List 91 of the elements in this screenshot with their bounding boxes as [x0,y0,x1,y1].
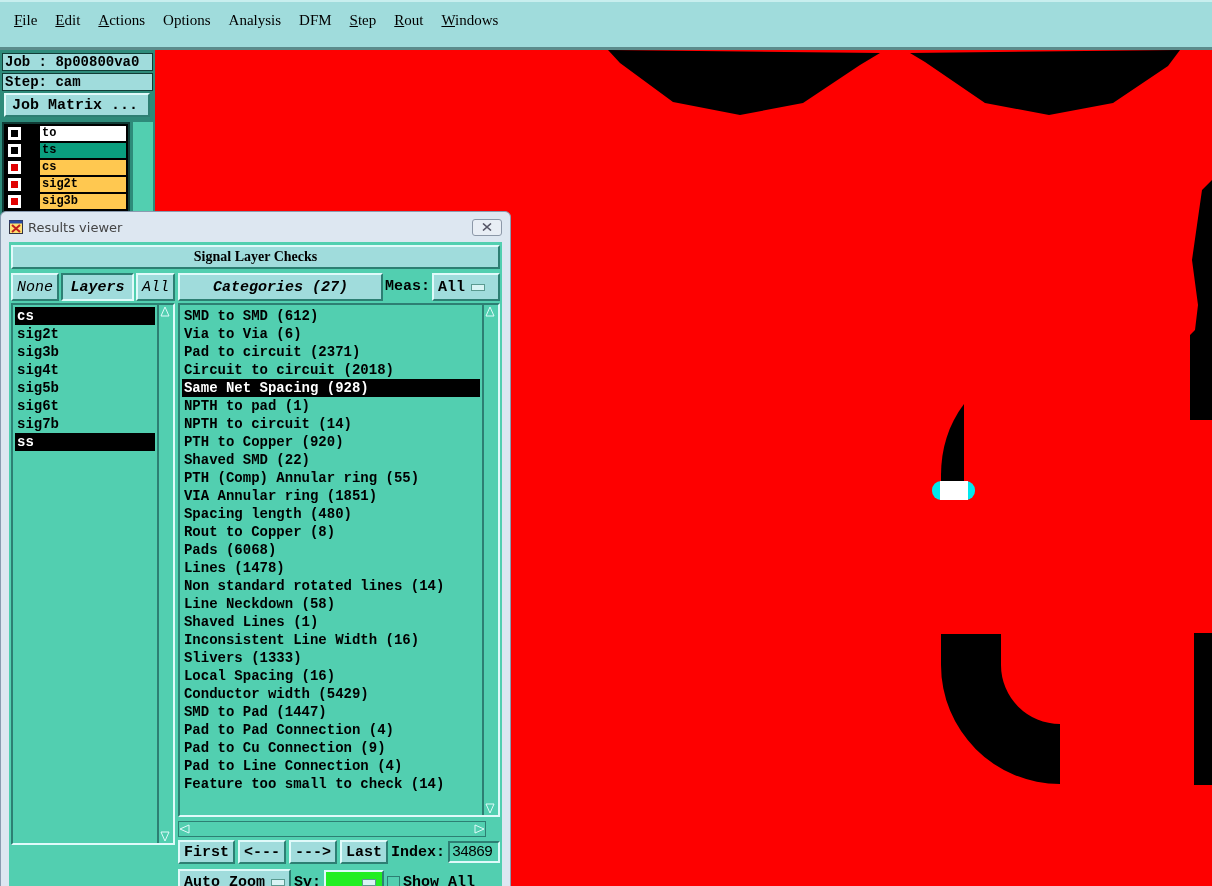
down-arrow-icon[interactable] [159,830,170,842]
show-all-label: Show All [402,873,475,886]
window-title: Results viewer [28,219,124,235]
category-item[interactable]: SMD to SMD (612) [181,307,480,325]
job-matrix-button[interactable]: Job Matrix ... [4,93,150,117]
layer-checkbox[interactable] [8,127,21,140]
meas-label: Meas: [384,277,430,297]
categories-button[interactable]: Categories (27) [177,273,383,301]
app-icon [9,220,23,234]
layer-item[interactable]: sig3b [15,343,155,361]
down-arrow-icon[interactable] [485,802,495,814]
nav-button[interactable]: First [177,840,235,864]
menu-item[interactable]: Step [349,12,377,29]
category-item[interactable]: Pads (6068) [181,541,480,559]
layer-item[interactable]: sig2t [15,325,155,343]
up-arrow-icon[interactable] [159,306,170,318]
layer-checkbox[interactable] [8,161,21,174]
layers-label: Layers [61,273,134,301]
menu-item[interactable]: Edit [55,12,81,29]
category-item[interactable]: Conductor width (5429) [181,685,480,703]
result-marker [932,481,975,500]
category-item[interactable]: Non standard rotated lines (14) [181,577,480,595]
layer-item[interactable]: sig4t [15,361,155,379]
category-item[interactable]: Local Spacing (16) [181,667,480,685]
nav-button[interactable]: ---> [288,840,337,864]
menu-item[interactable]: Actions [98,12,146,29]
meas-dropdown[interactable]: All [431,273,500,301]
category-item[interactable]: Pad to circuit (2371) [181,343,480,361]
zoom-mode-dropdown[interactable]: Auto Zoom [177,869,291,886]
close-icon [482,223,492,231]
layer-name[interactable]: to [40,126,126,141]
layer-item[interactable]: sig5b [15,379,155,397]
dropdown-icon [470,283,485,291]
category-item[interactable]: Slivers (1333) [181,649,480,667]
layer-item[interactable]: sig6t [15,397,155,415]
index-field[interactable]: 34869 [448,841,500,863]
category-item[interactable]: Circuit to circuit (2018) [181,361,480,379]
category-item[interactable]: Pad to Cu Connection (9) [181,739,480,757]
all-button[interactable]: All [135,273,175,301]
nav-button[interactable]: Last [339,840,388,864]
category-item[interactable]: Same Net Spacing (928) [181,379,480,397]
category-item[interactable]: PTH to Copper (920) [181,433,480,451]
section-header: Signal Layer Checks [11,245,500,269]
category-item[interactable]: Via to Via (6) [181,325,480,343]
category-item[interactable]: Inconsistent Line Width (16) [181,631,480,649]
category-item[interactable]: NPTH to circuit (14) [181,415,480,433]
category-item[interactable]: Shaved SMD (22) [181,451,480,469]
layer-checkbox[interactable] [8,144,21,157]
category-item[interactable]: Line Neckdown (58) [181,595,480,613]
menu-item[interactable]: Options [163,12,211,29]
layer-item[interactable]: ss [15,433,155,451]
none-button[interactable]: None [11,273,59,301]
menu-item[interactable]: File [14,12,38,29]
menu-item[interactable]: Rout [394,12,424,29]
layer-name[interactable]: sig2t [40,177,126,192]
step-label: Step: cam [2,73,153,91]
category-item[interactable]: Pad to Line Connection (4) [181,757,480,775]
job-label: Job : 8p00800va0 [2,53,153,71]
right-arrow-icon[interactable] [473,824,485,834]
scrollbar[interactable] [482,305,498,815]
category-item[interactable]: SMD to Pad (1447) [181,703,480,721]
category-item[interactable]: Shaved Lines (1) [181,613,480,631]
show-all-checkbox[interactable] [386,875,400,886]
category-item[interactable]: Lines (1478) [181,559,480,577]
up-arrow-icon[interactable] [485,306,495,318]
category-item[interactable]: Feature too small to check (14) [181,775,480,793]
category-item[interactable]: Rout to Copper (8) [181,523,480,541]
menu-item[interactable]: DFM [299,12,332,29]
layer-item[interactable]: sig7b [15,415,155,433]
close-button[interactable] [472,218,502,236]
sv-label: Sv: [293,873,321,886]
layer-item[interactable]: cs [15,307,155,325]
dropdown-icon [361,878,376,886]
scrollbar[interactable] [156,305,173,843]
layer-name[interactable]: ts [40,143,126,158]
menu-item[interactable]: Analysis [228,12,282,29]
left-arrow-icon[interactable] [178,824,191,834]
category-item[interactable]: NPTH to pad (1) [181,397,480,415]
index-label: Index: [391,843,445,861]
category-item[interactable]: PTH (Comp) Annular ring (55) [181,469,480,487]
category-item[interactable]: Pad to Pad Connection (4) [181,721,480,739]
layer-name[interactable]: cs [40,160,126,175]
menu-item[interactable]: Windows [441,12,499,29]
category-item[interactable]: VIA Annular ring (1851) [181,487,480,505]
category-item[interactable]: Spacing length (480) [181,505,480,523]
dropdown-icon [270,878,285,886]
layer-checkbox[interactable] [8,195,21,208]
layer-name[interactable]: sig3b [40,194,126,209]
horizontal-scrollbar[interactable] [177,821,486,837]
nav-button[interactable]: <--- [237,840,286,864]
layer-checkbox[interactable] [8,178,21,191]
